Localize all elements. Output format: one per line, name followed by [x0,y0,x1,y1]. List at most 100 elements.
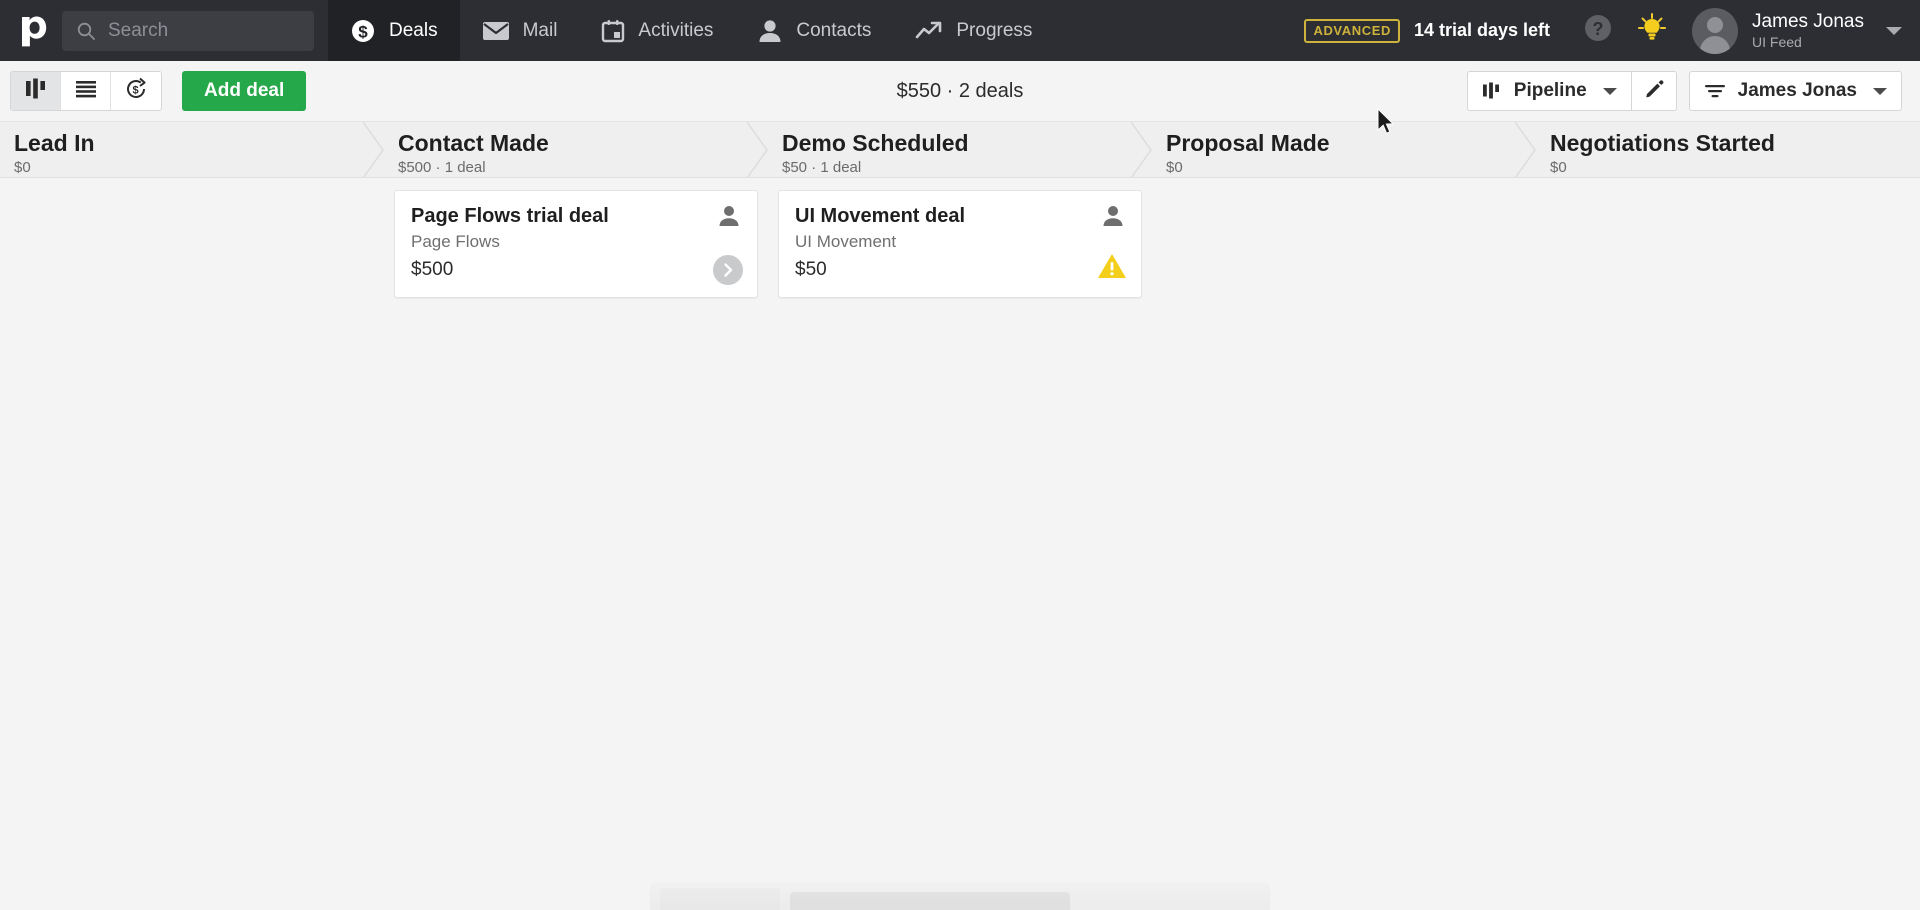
bottom-overlay-segment-center [790,892,1070,910]
bottom-overlay-panel [650,882,1270,910]
nav-item-activities-label: Activities [638,19,714,41]
stage-title: Demo Scheduled [782,130,969,156]
deal-title: UI Movement deal [795,205,966,227]
add-deal-button[interactable]: Add deal [182,71,307,111]
deal-title: Page Flows trial deal [411,205,609,227]
user-name: James Jonas [1752,10,1864,32]
nav-item-mail[interactable]: Mail [460,0,580,61]
mouse-cursor [1377,108,1395,134]
dollar-refresh-icon: $ [124,77,148,106]
stage-column-lead-in[interactable] [0,178,384,910]
stage-column-negotiations-started[interactable] [1536,178,1920,910]
trial-status[interactable]: ADVANCED 14 trial days left [1304,18,1551,43]
deal-card[interactable]: Page Flows trial deal Page Flows $500 [394,190,758,298]
stage-header-lead-in[interactable]: Lead In $0 [0,122,384,177]
svg-text:?: ? [1593,19,1604,39]
top-navigation-bar: $ Deals Mail A [0,0,1920,61]
stage-summary: $50 · 1 deal [782,159,862,176]
user-company: UI Feed [1752,33,1802,50]
filter-icon [1704,83,1726,99]
avatar [1692,7,1739,54]
dollar-circle-icon: $ [350,18,376,44]
stage-summary: $500 · 1 deal [398,159,486,176]
stage-divider-icon [1514,122,1536,177]
global-search[interactable] [62,10,314,51]
trial-days-left: 14 trial days left [1413,20,1551,40]
nav-item-contacts[interactable]: Contacts [735,0,893,61]
stage-summary: $0 [1166,159,1183,176]
calendar-icon [601,19,625,43]
pencil-icon [1644,79,1664,104]
primary-nav: $ Deals Mail Activities Contacts Progres… [328,0,1054,61]
user-identity: James Jonas UI Feed [1752,11,1864,51]
deal-value: $50 [795,259,827,280]
stage-column-demo-scheduled[interactable]: UI Movement deal UI Movement $50 [768,178,1152,910]
search-input[interactable] [108,19,300,42]
bottom-overlay-segment-left [660,888,780,910]
person-icon [757,19,783,43]
rotten-arrow-circle-icon[interactable] [713,255,743,285]
stage-title: Proposal Made [1166,130,1330,156]
pipeline-selector-group: Pipeline [1466,71,1677,111]
nav-item-progress-label: Progress [956,19,1033,41]
question-mark-circle-icon: ? [1582,12,1614,49]
deal-card[interactable]: UI Movement deal UI Movement $50 [778,190,1142,298]
envelope-icon [482,20,510,42]
person-icon [717,205,741,232]
nav-item-activities[interactable]: Activities [579,0,735,61]
edit-pipeline-button[interactable] [1630,71,1677,111]
stage-header-negotiations-started[interactable]: Negotiations Started $0 [1536,122,1920,177]
svg-text:$: $ [132,84,138,96]
pipedrive-p-logo-icon [22,16,47,46]
trend-up-icon [915,20,943,42]
avatar-head [1707,16,1724,33]
stage-header-contact-made[interactable]: Contact Made $500 · 1 deal [384,122,768,177]
pipeline-board: Page Flows trial deal Page Flows $500 UI… [0,178,1920,910]
chevron-down-icon [1602,87,1617,95]
search-icon [76,21,96,41]
stage-header-proposal-made[interactable]: Proposal Made $0 [1152,122,1536,177]
pipeline-stage-headers: Lead In $0 Contact Made $500 · 1 deal De… [0,122,1920,178]
stage-column-contact-made[interactable]: Page Flows trial deal Page Flows $500 [384,178,768,910]
deal-organization: Page Flows [411,232,500,251]
help-button[interactable]: ? [1576,9,1620,53]
stage-divider-icon [362,122,384,177]
deal-value: $500 [411,259,454,280]
nav-item-deals-label: Deals [389,19,438,41]
stage-column-proposal-made[interactable] [1152,178,1536,910]
view-toggle-pipeline[interactable] [11,72,61,110]
view-switcher: $ [10,71,162,111]
pipeline-selector[interactable]: Pipeline [1466,71,1631,111]
pipedrive-logo[interactable] [0,0,62,61]
nav-item-mail-label: Mail [522,19,558,41]
nav-item-progress[interactable]: Progress [893,0,1054,61]
plan-badge: ADVANCED [1304,18,1400,43]
user-menu[interactable]: James Jonas UI Feed [1692,7,1920,54]
stage-title: Contact Made [398,130,549,156]
filter-selector-label: James Jonas [1737,80,1857,101]
stage-header-demo-scheduled[interactable]: Demo Scheduled $50 · 1 deal [768,122,1152,177]
chevron-down-icon [1873,87,1887,95]
deals-toolbar: $ Add deal $550 · 2 deals Pipeline James… [0,61,1920,122]
stage-title: Lead In [14,130,95,156]
person-icon [1101,205,1125,232]
stage-summary: $0 [1550,159,1567,176]
filter-selector[interactable]: James Jonas [1688,71,1902,111]
view-toggle-list[interactable] [61,72,111,110]
warning-triangle-icon[interactable] [1097,252,1127,285]
nav-item-deals[interactable]: $ Deals [328,0,460,61]
kanban-columns-icon [1482,82,1502,100]
nav-item-contacts-label: Contacts [796,19,872,41]
stage-summary: $0 [14,159,31,176]
chevron-down-icon[interactable] [1886,26,1902,35]
pipeline-selector-label: Pipeline [1513,80,1587,101]
lightbulb-icon [1636,12,1668,49]
view-toggle-forecast[interactable]: $ [111,72,161,110]
deal-rotting-badge [713,255,743,285]
tips-button[interactable] [1630,9,1674,53]
stage-title: Negotiations Started [1550,130,1775,156]
deal-organization: UI Movement [795,232,897,251]
avatar-body [1700,35,1731,54]
stage-divider-icon [746,122,768,177]
list-lines-icon [74,79,98,104]
